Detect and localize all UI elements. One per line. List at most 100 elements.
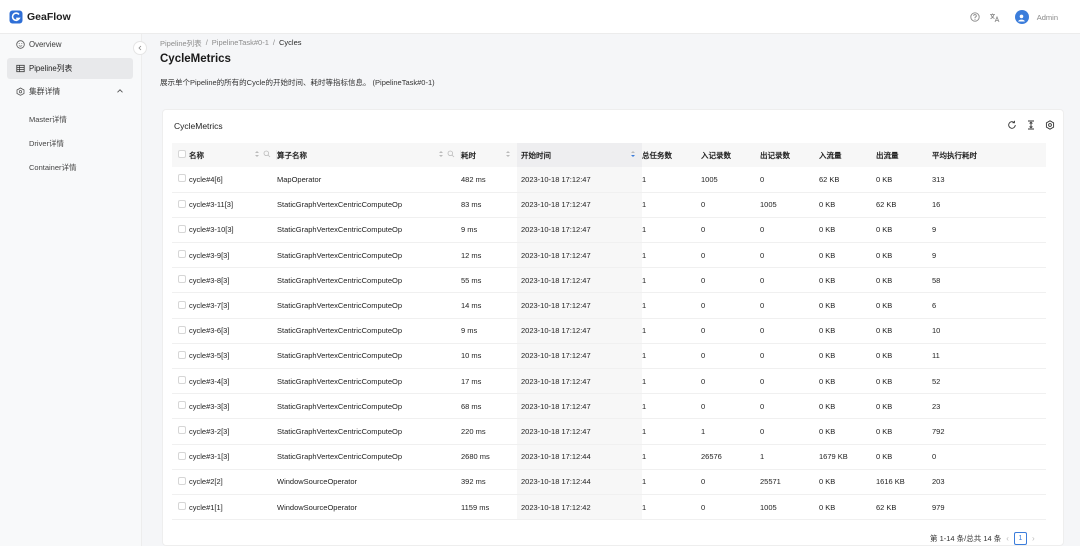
cell-operator: StaticGraphVertexCentricComputeOp	[277, 343, 461, 370]
cell-duration: 392 ms	[461, 469, 517, 495]
cell-start-time: 2023-10-18 17:12:47	[517, 242, 642, 269]
cell-operator: StaticGraphVertexCentricComputeOp	[277, 242, 461, 269]
cell-output-flow: 0 KB	[876, 217, 932, 244]
chevron-up-icon[interactable]	[116, 87, 124, 97]
cell-avg-exec-time: 16	[932, 192, 1046, 218]
row-select-cell	[172, 343, 189, 370]
sort-icon[interactable]	[438, 150, 444, 160]
sidebar-item-cluster[interactable]: 集群详情	[7, 81, 133, 102]
row-checkbox[interactable]	[178, 502, 186, 511]
user-avatar[interactable]	[1014, 10, 1029, 24]
cell-input-flow: 0 KB	[819, 469, 876, 495]
cell-operator: StaticGraphVertexCentricComputeOp	[277, 192, 461, 218]
cell-duration: 9 ms	[461, 318, 517, 344]
sort-desc-icon[interactable]	[630, 150, 636, 160]
column-header-output-flow: 出流量	[876, 143, 932, 167]
cell-duration: 14 ms	[461, 292, 517, 319]
row-checkbox[interactable]	[178, 451, 186, 460]
cell-output-records: 0	[760, 167, 819, 193]
column-header-duration[interactable]: 耗时	[461, 143, 517, 167]
sidebar-subitem-container[interactable]: Container详情	[29, 162, 77, 173]
cell-output-records: 0	[760, 418, 819, 445]
cell-total-tasks: 1	[642, 267, 701, 294]
cell-output-flow: 0 KB	[876, 242, 932, 269]
row-checkbox[interactable]	[178, 376, 186, 385]
cell-name: cycle#4[6]	[189, 167, 277, 193]
sidebar-item-overview[interactable]: Overview	[7, 34, 133, 55]
user-name[interactable]: Admin	[1037, 13, 1058, 22]
cell-operator: WindowSourceOperator	[277, 494, 461, 521]
cell-duration: 68 ms	[461, 393, 517, 420]
cell-input-flow: 0 KB	[819, 267, 876, 294]
app-name: GeaFlow	[27, 10, 71, 23]
sidebar-subitem-master[interactable]: Master详情	[29, 114, 67, 125]
column-header-operator[interactable]: 算子名称	[277, 143, 461, 167]
cell-output-records: 0	[760, 393, 819, 420]
row-checkbox[interactable]	[178, 476, 186, 485]
column-height-icon[interactable]	[1025, 119, 1036, 130]
column-header-input-records: 入记录数	[701, 143, 760, 167]
cell-start-time: 2023-10-18 17:12:44	[517, 469, 642, 495]
row-checkbox[interactable]	[178, 350, 186, 359]
cell-output-flow: 0 KB	[876, 368, 932, 395]
row-checkbox[interactable]	[178, 325, 186, 334]
translate-icon[interactable]	[989, 11, 1001, 23]
cell-output-records: 0	[760, 242, 819, 269]
cell-avg-exec-time: 792	[932, 418, 1046, 445]
cell-input-flow: 0 KB	[819, 343, 876, 370]
cell-duration: 482 ms	[461, 167, 517, 193]
app-logo[interactable]: GeaFlow	[9, 10, 71, 24]
settings-icon[interactable]	[1044, 119, 1055, 130]
cell-output-records: 0	[760, 368, 819, 395]
row-select-cell	[172, 267, 189, 294]
help-icon[interactable]	[969, 11, 981, 23]
next-page-icon[interactable]: ›	[1032, 534, 1035, 543]
cell-input-records: 0	[701, 192, 760, 218]
cell-avg-exec-time: 313	[932, 167, 1046, 193]
breadcrumb-pipeline-task[interactable]: PipelineTask#0-1	[212, 38, 269, 49]
row-checkbox[interactable]	[178, 199, 186, 208]
cell-input-flow: 0 KB	[819, 242, 876, 269]
row-checkbox[interactable]	[178, 174, 186, 183]
reload-icon[interactable]	[1006, 119, 1017, 130]
cell-input-flow: 0 KB	[819, 192, 876, 218]
row-checkbox[interactable]	[178, 224, 186, 233]
cell-name: cycle#3-8[3]	[189, 267, 277, 294]
pagination-summary: 第 1-14 条/总共 14 条	[930, 534, 1002, 543]
cycle-metrics-table: 名称 算子名称 耗时 开始时间 总任务数 入记录数 出记录数 入流量 出流量 平…	[172, 143, 1046, 521]
cell-start-time: 2023-10-18 17:12:47	[517, 217, 642, 244]
cell-input-records: 0	[701, 242, 760, 269]
cell-input-records: 26576	[701, 444, 760, 470]
cell-input-records: 0	[701, 343, 760, 370]
cell-input-records: 1	[701, 418, 760, 445]
cell-start-time: 2023-10-18 17:12:47	[517, 368, 642, 395]
row-checkbox[interactable]	[178, 426, 186, 435]
search-icon[interactable]	[263, 150, 271, 160]
prev-page-icon[interactable]: ‹	[1006, 534, 1009, 543]
metrics-card: CycleMetrics 名称 算子名称 耗时 开始时间 总任务数 入记录数 出…	[162, 109, 1064, 546]
row-checkbox[interactable]	[178, 300, 186, 309]
table-row: cycle#3-4[3] StaticGraphVertexCentricComp…	[172, 368, 1046, 395]
cell-input-records: 0	[701, 217, 760, 244]
column-header-start-time[interactable]: 开始时间	[517, 143, 642, 167]
search-icon[interactable]	[447, 150, 455, 160]
page-number-current[interactable]: 1	[1013, 532, 1027, 545]
row-checkbox[interactable]	[178, 250, 186, 259]
row-checkbox[interactable]	[178, 401, 186, 410]
table-row: cycle#3-7[3] StaticGraphVertexCentricComp…	[172, 292, 1046, 319]
cell-duration: 1159 ms	[461, 494, 517, 521]
sidebar-item-pipeline-list[interactable]: Pipeline列表	[7, 58, 133, 79]
sort-icon[interactable]	[505, 150, 511, 160]
cell-name: cycle#1[1]	[189, 494, 277, 521]
sort-icon[interactable]	[254, 150, 260, 160]
breadcrumb-pipeline-list[interactable]: Pipeline列表	[160, 38, 202, 49]
cell-output-records: 1	[760, 444, 819, 470]
sidebar-subitem-driver[interactable]: Driver详情	[29, 138, 64, 149]
cell-start-time: 2023-10-18 17:12:47	[517, 167, 642, 193]
cell-output-flow: 0 KB	[876, 318, 932, 344]
cell-operator: StaticGraphVertexCentricComputeOp	[277, 418, 461, 445]
row-checkbox[interactable]	[178, 275, 186, 284]
select-all-checkbox[interactable]	[178, 150, 186, 158]
column-header-name[interactable]: 名称	[189, 143, 277, 167]
cell-operator: StaticGraphVertexCentricComputeOp	[277, 217, 461, 244]
